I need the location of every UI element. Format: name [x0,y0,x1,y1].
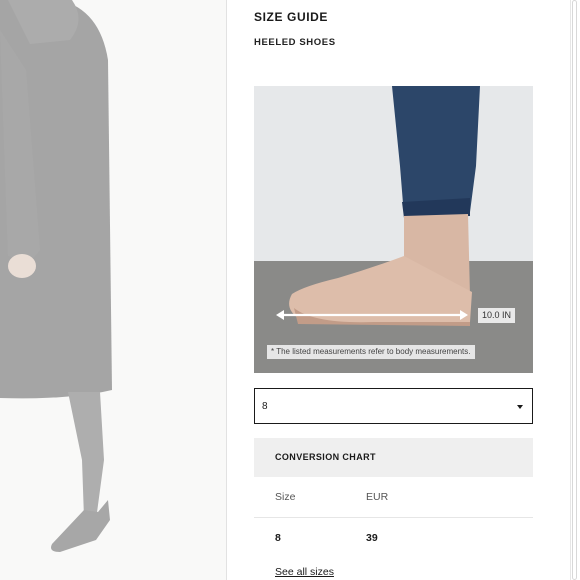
measurement-footnote: * The listed measurements refer to body … [267,345,475,359]
conversion-chart-header: CONVERSION CHART [254,438,533,477]
scrollbar-thumb[interactable] [572,0,577,580]
table-cell-size: 8 [275,532,281,544]
table-cell-eur: 39 [366,532,378,544]
size-guide-title: SIZE GUIDE [254,10,329,24]
table-divider [254,517,533,518]
size-select[interactable]: 8 [254,388,533,424]
conversion-chart-title: CONVERSION CHART [275,452,376,462]
foot-length-label: 10.0 IN [478,308,516,323]
column-header-size: Size [275,491,296,503]
see-all-sizes-link[interactable]: See all sizes [275,566,334,578]
product-category-heading: HEELED SHOES [254,37,336,48]
selected-size-value: 8 [262,401,268,412]
column-header-eur: EUR [366,491,389,503]
foot-measurement-image [254,86,533,373]
product-photo [0,0,226,580]
chevron-down-icon [517,405,523,409]
